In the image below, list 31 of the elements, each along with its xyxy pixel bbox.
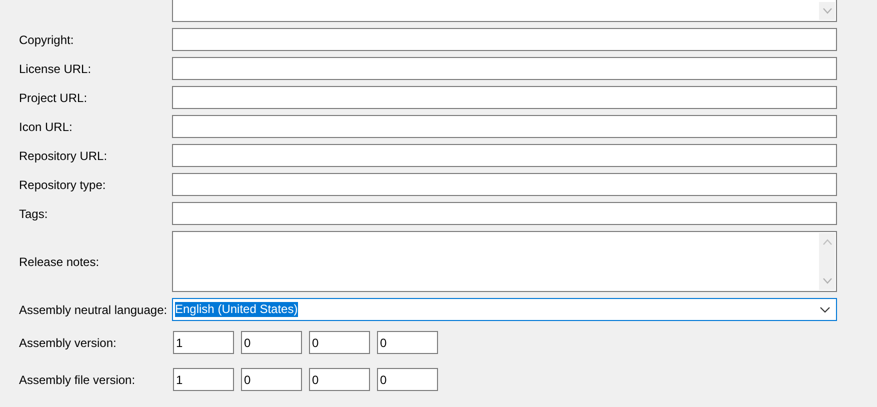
text-area[interactable] xyxy=(172,231,837,292)
chevron-down-icon xyxy=(820,306,830,312)
text-field[interactable] xyxy=(172,173,837,196)
field-label: Tags: xyxy=(19,206,48,220)
field-label: License URL: xyxy=(19,62,92,76)
text-area[interactable] xyxy=(172,0,837,22)
field-label: Icon URL: xyxy=(19,120,72,134)
field-label: Assembly file version: xyxy=(19,372,136,386)
version-field[interactable]: 1 xyxy=(173,368,234,391)
field-label: Repository URL: xyxy=(19,148,108,162)
text-field[interactable] xyxy=(172,86,837,109)
text-field[interactable] xyxy=(172,115,837,138)
scrollbar[interactable] xyxy=(819,2,835,20)
version-field[interactable]: 0 xyxy=(309,331,370,354)
language-dropdown[interactable]: English (United States) xyxy=(172,298,837,321)
version-field[interactable]: 0 xyxy=(241,368,302,391)
field-label: Project URL: xyxy=(19,90,88,104)
text-field[interactable] xyxy=(172,57,837,80)
field-label: Assembly neutral language: xyxy=(19,302,168,316)
text-field[interactable] xyxy=(172,28,837,51)
field-label: Copyright: xyxy=(19,32,74,46)
version-field[interactable]: 0 xyxy=(241,331,302,354)
field-label: Repository type: xyxy=(19,178,106,192)
text-field[interactable] xyxy=(172,202,837,225)
version-field[interactable]: 1 xyxy=(173,331,234,354)
text-field[interactable] xyxy=(172,144,837,167)
field-label: Release notes: xyxy=(19,254,100,268)
version-field[interactable]: 0 xyxy=(309,368,370,391)
version-field[interactable]: 0 xyxy=(377,368,438,391)
version-field[interactable]: 0 xyxy=(377,331,438,354)
field-label: Assembly version: xyxy=(19,336,116,350)
